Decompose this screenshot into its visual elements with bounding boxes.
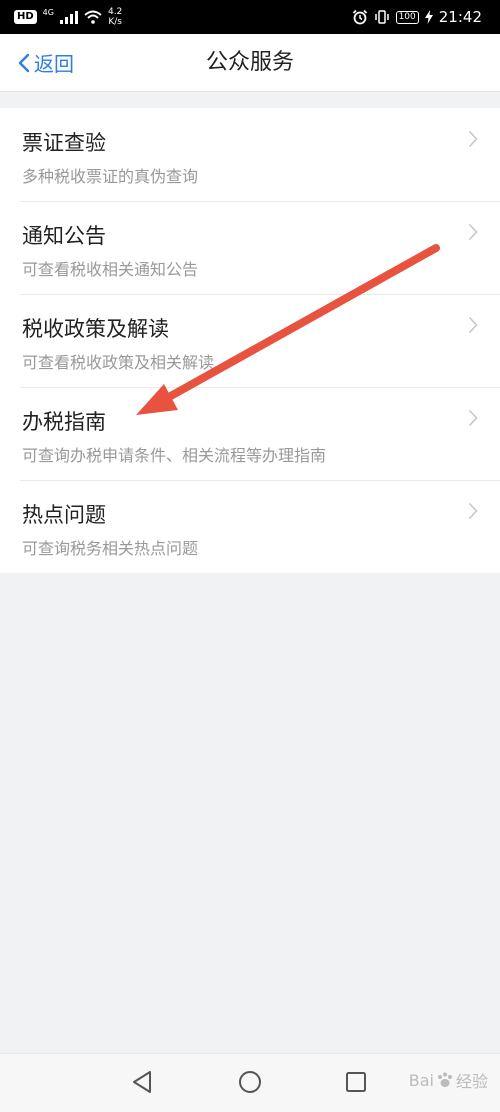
- list-item-notices[interactable]: 通知公告 可查看税收相关通知公告: [0, 201, 500, 294]
- chevron-right-icon: [468, 130, 478, 148]
- network-speed: 4.2 K/s: [108, 7, 122, 27]
- status-right: 100 21:42: [352, 0, 482, 34]
- chevron-right-icon: [468, 316, 478, 334]
- clock: 21:42: [438, 8, 482, 26]
- hd-badge: HD: [14, 10, 37, 24]
- chevron-right-icon: [468, 502, 478, 520]
- back-triangle-icon[interactable]: [130, 1069, 156, 1095]
- alarm-icon: [352, 9, 367, 25]
- vibrate-icon: [374, 10, 389, 24]
- charging-icon: [424, 10, 433, 24]
- item-description: 可查看税收政策及相关解读: [22, 353, 215, 372]
- signal-icon: [59, 10, 78, 24]
- watermark-text: Bai: [408, 1070, 434, 1090]
- list-item-hot-questions[interactable]: 热点问题 可查询税务相关热点问题: [0, 480, 500, 573]
- item-description: 可查询税务相关热点问题: [22, 539, 199, 558]
- back-label: 返回: [34, 52, 74, 76]
- item-title: 热点问题: [22, 503, 106, 527]
- wifi-icon: [84, 10, 102, 24]
- item-title: 办税指南: [22, 410, 106, 434]
- service-list: 票证查验 多种税收票证的真伪查询 通知公告 可查看税收相关通知公告 税收政策及解…: [0, 108, 500, 573]
- item-title: 税收政策及解读: [22, 317, 169, 341]
- item-description: 可查看税收相关通知公告: [22, 260, 199, 279]
- item-description: 多种税收票证的真伪查询: [22, 167, 199, 186]
- system-nav-bar: Bai 经验: [0, 1053, 500, 1112]
- list-item-tax-policy[interactable]: 税收政策及解读 可查看税收政策及相关解读: [0, 294, 500, 387]
- paw-icon: [437, 1072, 452, 1087]
- network-type: 4G: [42, 7, 54, 17]
- status-bar: HD 4G 4.2 K/s 100 21:42: [0, 0, 500, 34]
- back-button[interactable]: 返回: [18, 34, 74, 91]
- baidu-watermark: Bai 经验: [409, 1068, 488, 1092]
- recents-square-icon[interactable]: [343, 1069, 369, 1095]
- item-title: 通知公告: [22, 224, 106, 248]
- speed-unit: K/s: [108, 17, 122, 27]
- battery-icon: 100: [395, 10, 419, 24]
- chevron-left-icon: [18, 53, 30, 72]
- nav-bar: 返回 公众服务: [0, 34, 500, 92]
- page-title: 公众服务: [205, 50, 294, 75]
- home-circle-icon[interactable]: [237, 1069, 263, 1095]
- chevron-right-icon: [468, 223, 478, 241]
- speed-value: 4.2: [107, 7, 123, 17]
- watermark-text-2: 经验: [455, 1072, 488, 1091]
- status-left: HD 4G 4.2 K/s: [14, 0, 122, 34]
- item-title: 票证查验: [22, 131, 106, 155]
- list-item-ticket-verification[interactable]: 票证查验 多种税收票证的真伪查询: [0, 108, 500, 201]
- list-item-tax-guide[interactable]: 办税指南 可查询办税申请条件、相关流程等办理指南: [0, 387, 500, 480]
- item-description: 可查询办税申请条件、相关流程等办理指南: [22, 446, 327, 465]
- chevron-right-icon: [468, 409, 478, 427]
